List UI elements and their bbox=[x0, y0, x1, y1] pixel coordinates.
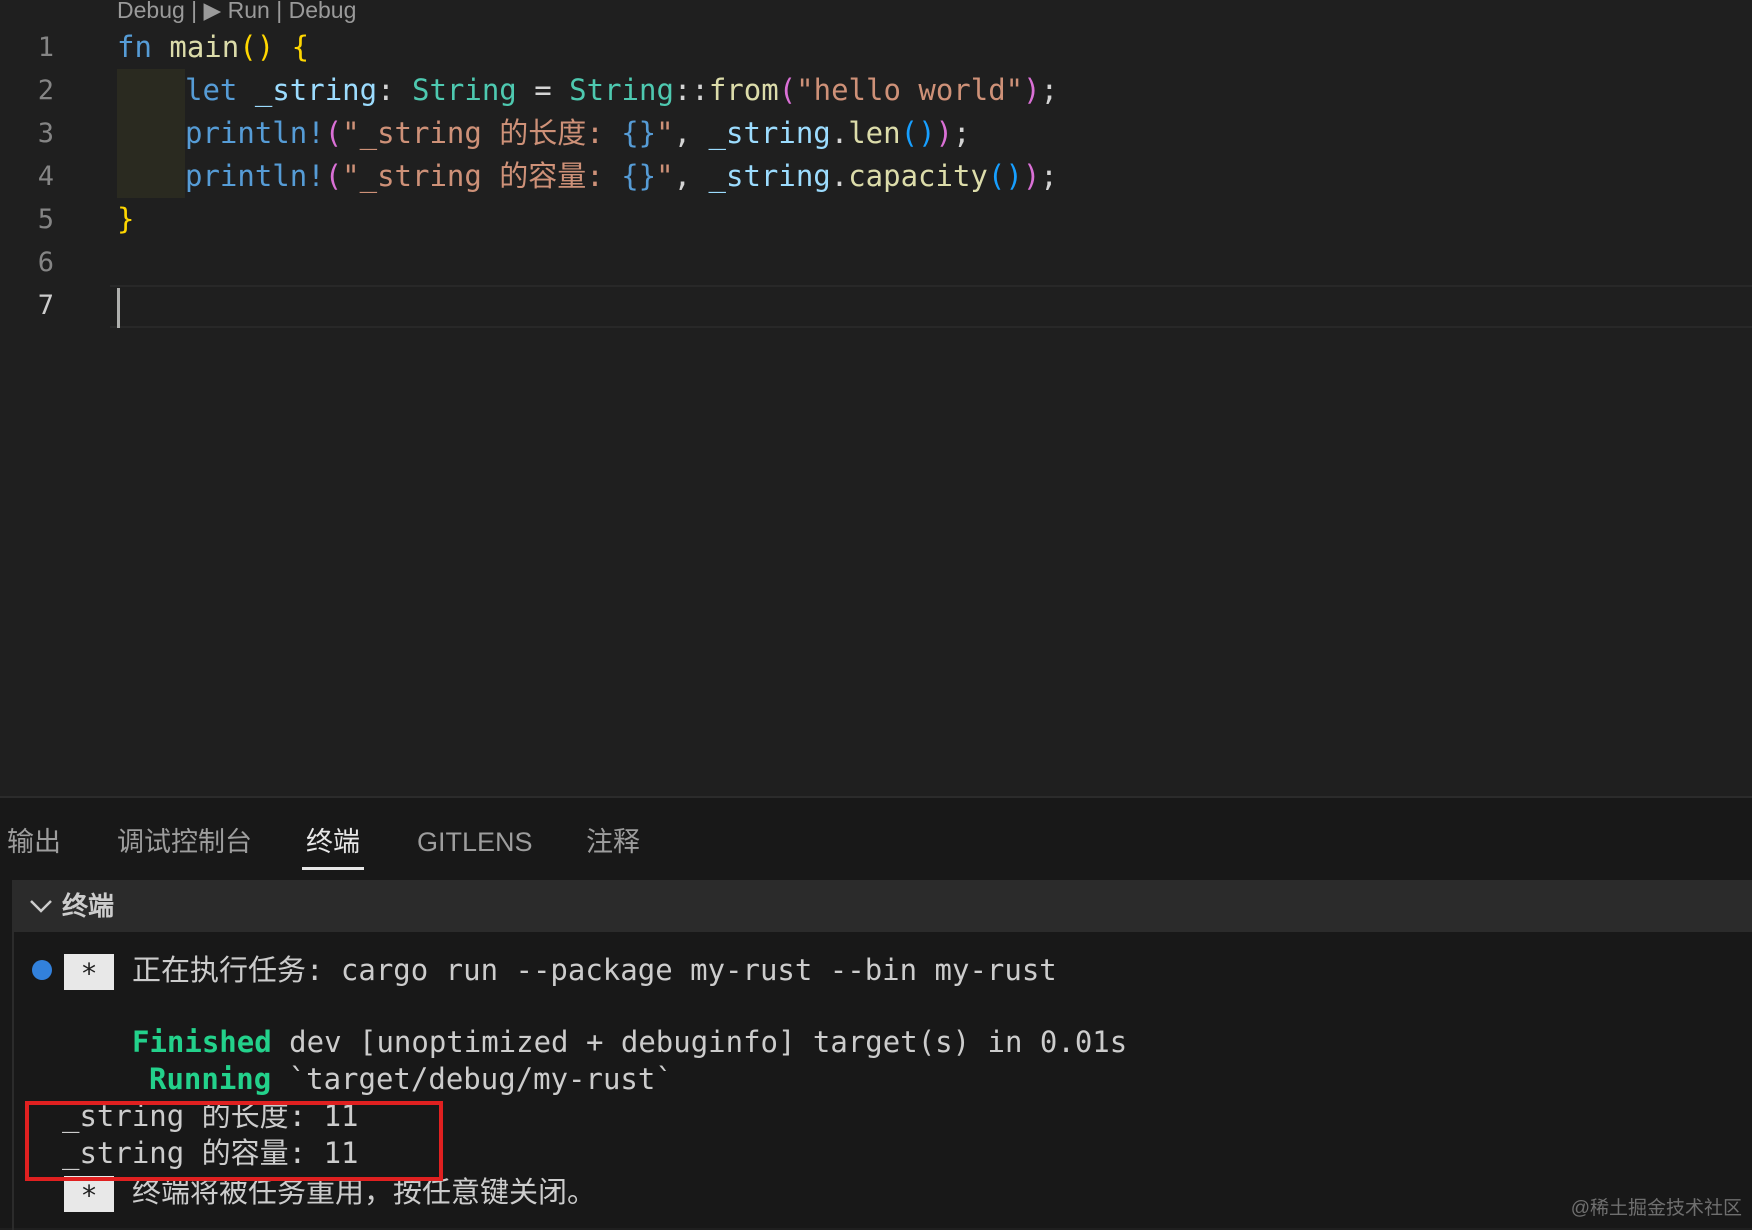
line-number: 1 bbox=[37, 32, 54, 63]
line-number: 5 bbox=[37, 204, 54, 235]
codelens-debug-link[interactable]: Debug bbox=[117, 0, 185, 23]
active-tab-indicator bbox=[302, 867, 364, 870]
indent-guide bbox=[117, 155, 185, 198]
code-line[interactable]: 2 let _string: String = String::from("he… bbox=[0, 69, 1752, 112]
code-text[interactable]: } bbox=[117, 198, 134, 241]
tab-comments[interactable]: 注释 bbox=[586, 820, 640, 864]
code-line[interactable]: 3 println!("_string 的长度: {}", _string.le… bbox=[0, 112, 1752, 155]
code-text[interactable]: fn main() { bbox=[117, 26, 309, 69]
tab-output[interactable]: 输出 bbox=[7, 820, 61, 864]
codelens-debug-link[interactable]: Debug bbox=[289, 0, 357, 23]
terminal-output[interactable]: * 正在执行任务: cargo run --package my-rust --… bbox=[12, 932, 1752, 1230]
tab-terminal[interactable]: 终端 bbox=[306, 820, 360, 864]
terminal-section-header[interactable]: 终端 bbox=[12, 880, 1752, 932]
task-star-badge: * bbox=[64, 954, 114, 990]
reuse-star-badge: * bbox=[64, 1176, 114, 1212]
text-cursor bbox=[117, 288, 120, 328]
line-number: 4 bbox=[37, 161, 54, 192]
line-number: 7 bbox=[37, 290, 54, 321]
code-line[interactable]: 4 println!("_string 的容量: {}", _string.ca… bbox=[0, 155, 1752, 198]
finished-line: Finished dev [unoptimized + debuginfo] t… bbox=[132, 1024, 1127, 1061]
code-line[interactable]: 7 bbox=[0, 284, 1752, 327]
watermark: @稀土掘金技术社区 bbox=[1570, 1198, 1742, 1219]
codelens-separator: | bbox=[269, 0, 289, 23]
code-text[interactable]: println!("_string 的容量: {}", _string.capa… bbox=[117, 155, 1058, 198]
codelens-separator: | bbox=[184, 0, 204, 23]
indent-guide bbox=[117, 69, 185, 112]
chevron-down-icon[interactable] bbox=[26, 888, 56, 924]
indent-guide bbox=[117, 112, 185, 155]
terminal-title: 终端 bbox=[62, 891, 115, 921]
circle-icon bbox=[32, 960, 52, 980]
task-line: 正在执行任务: cargo run --package my-rust --bi… bbox=[132, 953, 1057, 987]
annotation-highlight-box bbox=[25, 1101, 443, 1181]
running-word: Running bbox=[149, 1062, 272, 1096]
code-editor[interactable]: Debug | ▶ Run | Debug 1 fn main() { 2 le… bbox=[0, 0, 1752, 796]
line-number: 3 bbox=[37, 118, 54, 149]
tab-debug-console[interactable]: 调试控制台 bbox=[117, 820, 252, 864]
running-line: Running `target/debug/my-rust` bbox=[149, 1061, 673, 1098]
code-text[interactable]: println!("_string 的长度: {}", _string.len(… bbox=[117, 112, 970, 155]
code-text[interactable]: let _string: String = String::from("hell… bbox=[117, 69, 1058, 112]
codelens-run-link[interactable]: ▶ Run bbox=[204, 0, 270, 23]
finished-word: Finished bbox=[132, 1025, 272, 1059]
code-line[interactable]: 1 fn main() { bbox=[0, 26, 1752, 69]
running-rest: `target/debug/my-rust` bbox=[271, 1062, 673, 1096]
line-number: 2 bbox=[37, 75, 54, 106]
codelens: Debug | ▶ Run | Debug bbox=[117, 0, 356, 24]
finished-rest: dev [unoptimized + debuginfo] target(s) … bbox=[271, 1025, 1128, 1059]
tab-gitlens[interactable]: GITLENS bbox=[417, 820, 533, 864]
line-number: 6 bbox=[37, 247, 54, 278]
code-line[interactable]: 6 bbox=[0, 241, 1752, 284]
panel-tabs: 输出 调试控制台 终端 GITLENS 注释 bbox=[0, 798, 1752, 880]
code-line[interactable]: 5 } bbox=[0, 198, 1752, 241]
